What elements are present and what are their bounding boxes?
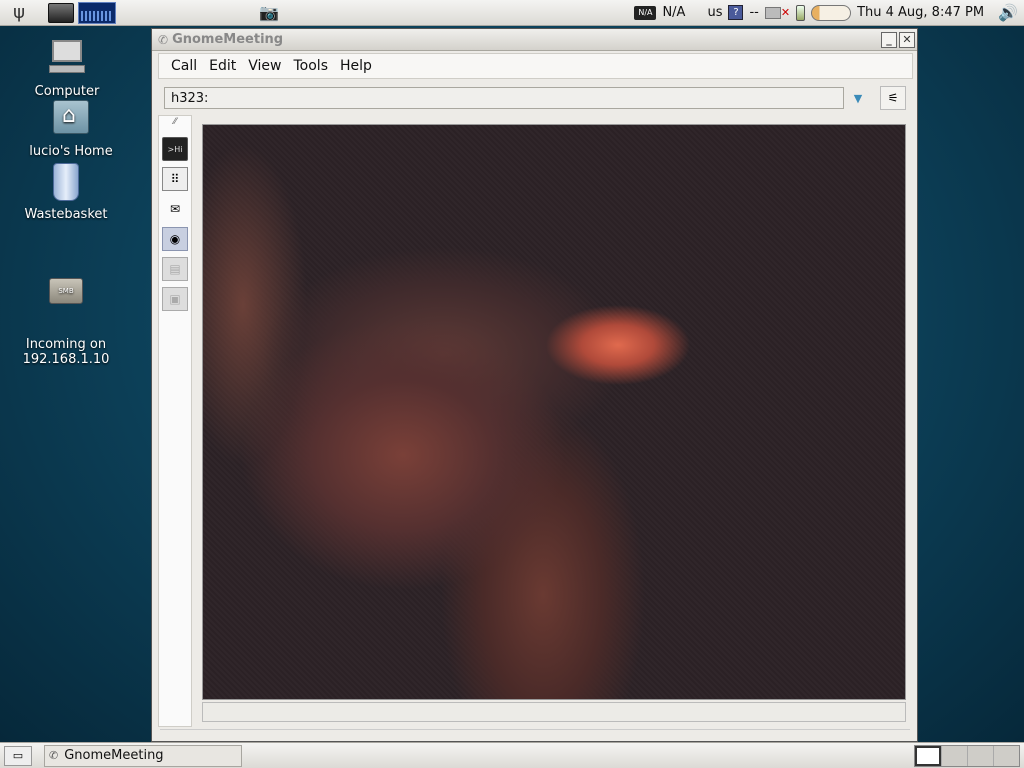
menubar: Call Edit View Tools Help <box>158 53 913 79</box>
desktop-icon-wastebasket[interactable]: Wastebasket <box>11 163 121 222</box>
taskbar-label: GnomeMeeting <box>64 748 164 763</box>
workspace-2[interactable] <box>941 745 967 766</box>
terminal-icon[interactable] <box>48 2 74 23</box>
minimize-button[interactable]: _ <box>881 31 897 48</box>
show-desktop-icon[interactable]: ▭ <box>4 745 32 766</box>
clock[interactable]: Thu 4 Aug, 8:47 PM <box>857 5 984 20</box>
desktop-icon-label: Computer <box>34 84 100 99</box>
dialpad-icon[interactable]: ⠿ <box>162 167 188 191</box>
menu-view[interactable]: View <box>248 58 281 74</box>
network-status: N/A <box>662 5 686 20</box>
smb-share-icon: SMB <box>46 278 86 318</box>
gnomemeeting-window: ✆ GnomeMeeting _ ✕ Call Edit View Tools … <box>151 28 918 742</box>
disconnected-x-icon: ✕ <box>780 6 791 19</box>
close-button[interactable]: ✕ <box>899 31 915 48</box>
volume-icon[interactable]: 🔊 <box>998 3 1018 22</box>
workspace-4[interactable] <box>993 745 1019 766</box>
top-panel: ψ 📷 N/A N/A us ? -- ✕ Thu 4 Aug, 8:47 PM… <box>0 0 1024 26</box>
wastebasket-icon <box>46 163 86 203</box>
network-disconnected-icon[interactable] <box>764 6 781 19</box>
app-icon: ✆ <box>158 32 169 47</box>
audio-settings-icon[interactable]: ▤ <box>162 257 188 281</box>
video-settings-icon[interactable]: ▣ <box>162 287 188 311</box>
desktop-icon-home[interactable]: lucio's Home <box>16 100 126 159</box>
computer-icon <box>47 40 87 80</box>
window-bottom-edge <box>160 729 910 739</box>
address-book-icon[interactable]: ✉ <box>162 197 188 221</box>
workspace-switcher <box>914 744 1020 767</box>
desktop-icon-label: lucio's Home <box>29 144 113 159</box>
workspace-1[interactable] <box>915 745 941 766</box>
desktop-icon-label: Incoming on 192.168.1.10 <box>22 337 110 367</box>
network-badge-icon[interactable]: N/A <box>634 5 657 20</box>
camera-icon[interactable]: ◉ <box>162 227 188 251</box>
url-input[interactable] <box>164 87 844 109</box>
chevron-down-icon[interactable]: ▼ <box>846 86 870 110</box>
system-tray: N/A N/A us ? -- ✕ Thu 4 Aug, 8:47 PM 🔊 <box>634 3 1024 22</box>
window-title: GnomeMeeting <box>172 32 284 47</box>
desktop-icon-smb-share[interactable]: SMB Incoming on 192.168.1.10 <box>11 255 121 382</box>
battery-icon[interactable] <box>796 4 806 21</box>
toolbar-handle-icon[interactable]: ⁄⁄ <box>159 117 191 127</box>
url-bar: ▼ ⚟ <box>164 84 914 112</box>
menu-call[interactable]: Call <box>171 58 197 74</box>
screenshot-camera-icon[interactable]: 📷 <box>256 2 282 24</box>
gnome-foot-icon[interactable]: ψ <box>4 2 34 24</box>
connect-button[interactable]: ⚟ <box>880 86 906 110</box>
video-display <box>202 124 906 700</box>
taskbar-button-gnomemeeting[interactable]: ✆ GnomeMeeting <box>44 744 242 767</box>
bottom-panel: ▭ ✆ GnomeMeeting <box>0 742 1024 768</box>
desktop-icon-label: Wastebasket <box>24 207 108 222</box>
battery-bar-icon[interactable] <box>811 4 852 21</box>
menu-edit[interactable]: Edit <box>209 58 236 74</box>
menu-help[interactable]: Help <box>340 58 372 74</box>
menu-tools[interactable]: Tools <box>294 58 329 74</box>
app-icon: ✆ <box>49 749 59 762</box>
status-bar <box>202 702 906 722</box>
side-toolbar: ⁄⁄ >Hi ⠿ ✉ ◉ ▤ ▣ <box>158 115 192 727</box>
system-monitor-icon[interactable] <box>78 1 116 24</box>
text-chat-icon[interactable]: >Hi <box>162 137 188 161</box>
window-titlebar[interactable]: ✆ GnomeMeeting _ ✕ <box>152 29 917 51</box>
workspace-3[interactable] <box>967 745 993 766</box>
keyboard-indicator[interactable]: ? <box>728 5 744 20</box>
home-folder-icon <box>51 100 91 140</box>
tray-separator: -- <box>749 5 759 20</box>
desktop-icon-computer[interactable]: Computer <box>12 36 122 99</box>
keyboard-layout[interactable]: us <box>707 5 722 20</box>
